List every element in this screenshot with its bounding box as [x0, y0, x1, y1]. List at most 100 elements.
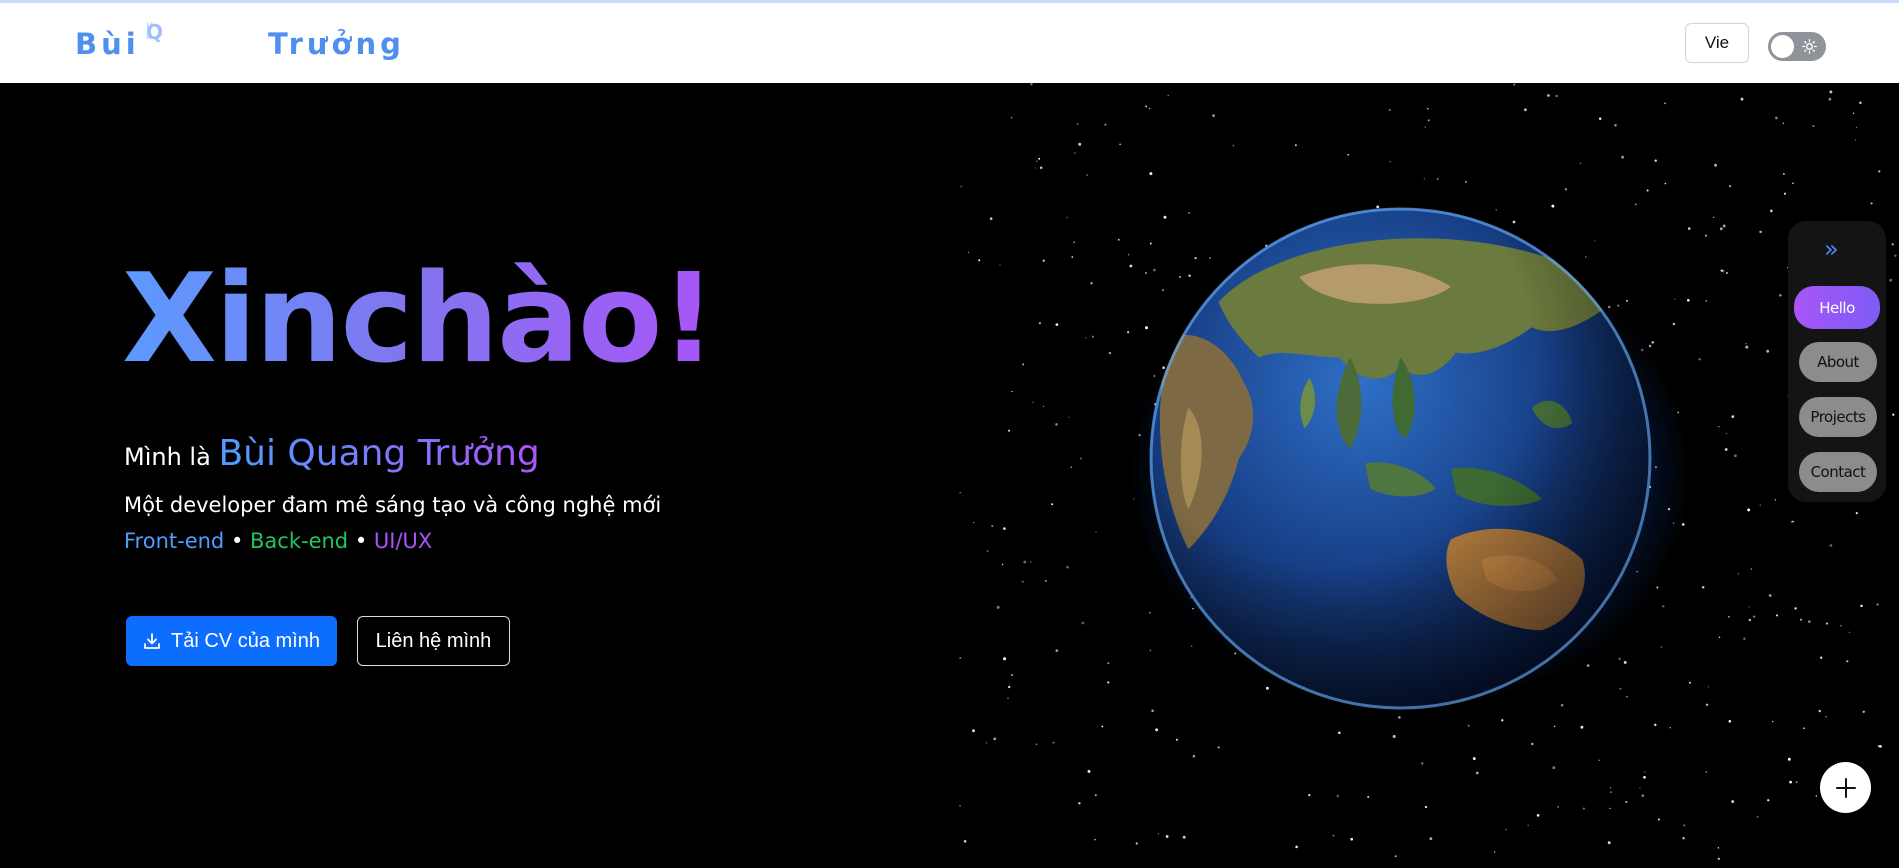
contact-me-button[interactable]: Liên hệ mình [357, 616, 510, 666]
star [1394, 855, 1397, 858]
intro-line: Mình là Bùi Quang Trưởng [124, 433, 540, 474]
star [1157, 833, 1160, 835]
star [1701, 586, 1705, 589]
star [1039, 166, 1043, 170]
star [1308, 793, 1311, 797]
star [1553, 725, 1556, 727]
star [1664, 102, 1666, 105]
star [1055, 649, 1059, 652]
star [1145, 272, 1147, 274]
star [959, 657, 962, 659]
star [1609, 807, 1611, 810]
star [1091, 335, 1094, 338]
star [1714, 163, 1718, 167]
star [1007, 685, 1011, 689]
download-cv-button[interactable]: Tải CV của mình [126, 616, 337, 666]
star [1815, 795, 1818, 797]
star [1086, 173, 1089, 176]
star [1759, 230, 1762, 234]
star [1722, 224, 1726, 228]
star [1889, 278, 1893, 282]
star [1717, 857, 1720, 860]
star [1820, 656, 1823, 659]
star [1704, 234, 1708, 237]
greeting-heading: Xinchào! [122, 248, 717, 391]
language-button[interactable]: Vie [1685, 23, 1749, 63]
star [1044, 579, 1047, 582]
star [1389, 160, 1391, 163]
star [1077, 123, 1079, 125]
star [1094, 839, 1096, 841]
star [1756, 815, 1759, 818]
star [1042, 405, 1045, 408]
star [1669, 727, 1671, 729]
star [1752, 615, 1756, 618]
star [1607, 841, 1611, 845]
star [972, 729, 975, 733]
star [989, 217, 993, 220]
star [1030, 83, 1033, 86]
star [1070, 466, 1072, 468]
star [1023, 560, 1027, 564]
star [1846, 660, 1849, 663]
star [963, 839, 967, 843]
star [1052, 741, 1055, 744]
nav-item-contact[interactable]: Contact [1799, 452, 1877, 492]
star [1527, 824, 1529, 827]
star [1036, 160, 1038, 162]
nav-item-about[interactable]: About [1799, 342, 1877, 382]
star [1745, 345, 1749, 349]
star [1795, 781, 1798, 784]
star [1840, 624, 1842, 627]
star [1740, 97, 1744, 101]
star [1066, 216, 1068, 219]
star [1085, 337, 1087, 339]
star [1748, 606, 1750, 608]
star [1580, 725, 1584, 729]
star [1424, 805, 1428, 809]
star [1035, 743, 1038, 746]
star [1493, 851, 1496, 853]
star [1687, 227, 1691, 230]
star [1639, 787, 1641, 789]
skills-line: Front-end • Back-end • UI/UX [124, 529, 432, 553]
star [1789, 780, 1792, 784]
star [1294, 144, 1297, 147]
star [1564, 188, 1567, 191]
star [1071, 256, 1074, 258]
floating-add-button[interactable] [1820, 762, 1871, 813]
star [1119, 143, 1121, 146]
theme-toggle[interactable] [1768, 32, 1826, 61]
star [1812, 125, 1815, 128]
star [1010, 117, 1013, 119]
star [1891, 243, 1894, 246]
star [1212, 114, 1215, 117]
star [1769, 209, 1773, 213]
star [1332, 834, 1335, 837]
earth-globe [1149, 207, 1652, 710]
intro-prefix: Mình là [124, 443, 219, 471]
skill-frontend: Front-end [124, 529, 225, 553]
star [1731, 415, 1735, 418]
star [1531, 742, 1534, 746]
star [1876, 603, 1879, 606]
star [1646, 189, 1649, 192]
star [1066, 565, 1069, 569]
star [1367, 795, 1370, 798]
star [1848, 631, 1851, 634]
star [1424, 126, 1426, 128]
star [1825, 622, 1829, 625]
star [1829, 544, 1833, 547]
star [1759, 504, 1761, 506]
star [1003, 527, 1006, 530]
nav-item-projects[interactable]: Projects [1799, 397, 1877, 437]
nav-item-hello[interactable]: Hello [1794, 286, 1880, 329]
double-chevron-right-icon[interactable]: » [1824, 235, 1839, 263]
star [1078, 802, 1081, 805]
star [1717, 847, 1720, 849]
star [1855, 126, 1858, 128]
star [1598, 759, 1601, 762]
star [1654, 159, 1657, 162]
hero-section: Xinchào! Mình là Bùi Quang Trưởng Một de… [0, 83, 1899, 868]
star [1750, 568, 1753, 570]
